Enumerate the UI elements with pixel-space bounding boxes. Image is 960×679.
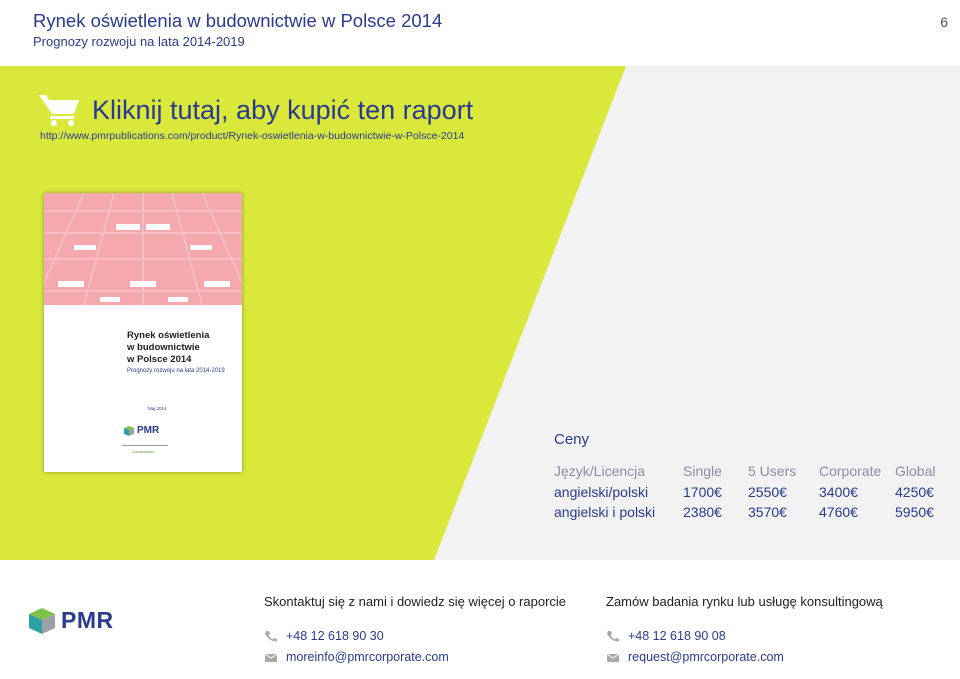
contact-email[interactable]: request@pmrcorporate.com bbox=[606, 646, 883, 667]
price-table-header: Język/Licencja Single 5 Users Corporate … bbox=[554, 460, 960, 482]
contact-email[interactable]: moreinfo@pmrcorporate.com bbox=[264, 646, 566, 667]
cart-icon bbox=[38, 92, 80, 128]
table-cell: 2380€ bbox=[683, 504, 722, 520]
table-cell: 3570€ bbox=[748, 504, 787, 520]
table-cell: 4250€ bbox=[895, 484, 934, 500]
report-url-link[interactable]: http://www.pmrpublications.com/product/R… bbox=[40, 130, 464, 142]
contact-phone[interactable]: +48 12 618 90 08 bbox=[606, 625, 883, 646]
contact-order-research: Zamów badania rynku lub usługę konsultin… bbox=[606, 594, 883, 667]
phone-number: +48 12 618 90 30 bbox=[286, 628, 384, 643]
table-cell: 3400€ bbox=[819, 484, 858, 500]
page-number: 6 bbox=[940, 14, 948, 30]
phone-icon bbox=[606, 630, 620, 642]
cover-logo-text: PMR bbox=[137, 425, 160, 436]
table-row: angielski/polski 1700€ 2550€ 3400€ 4250€ bbox=[554, 482, 960, 502]
table-cell: angielski/polski bbox=[554, 484, 649, 500]
column-header: Corporate bbox=[819, 463, 882, 479]
cover-subtitle: Prognozy rozwoju na lata 2014-2019 bbox=[127, 368, 225, 374]
email-address: request@pmrcorporate.com bbox=[628, 649, 784, 664]
phone-icon bbox=[264, 630, 278, 642]
table-cell: 5950€ bbox=[895, 504, 934, 520]
table-cell: 1700€ bbox=[683, 484, 722, 500]
cover-date: Maj 2014 bbox=[148, 406, 167, 411]
document-title: Rynek oświetlenia w budownictwie w Polsc… bbox=[33, 10, 443, 31]
price-table: Język/Licencja Single 5 Users Corporate … bbox=[554, 460, 960, 522]
column-header: Język/Licencja bbox=[554, 463, 646, 479]
email-address: moreinfo@pmrcorporate.com bbox=[286, 649, 449, 664]
table-cell: 2550€ bbox=[748, 484, 787, 500]
buy-report-link[interactable]: Kliknij tutaj, aby kupić ten raport bbox=[38, 90, 473, 130]
document-subtitle: Prognozy rozwoju na lata 2014-2019 bbox=[33, 34, 245, 49]
table-row: angielski i polski 2380€ 3570€ 4760€ 595… bbox=[554, 502, 960, 522]
pmr-cube-icon bbox=[29, 607, 55, 634]
prices-heading: Ceny bbox=[554, 431, 590, 448]
buy-report-label: Kliknij tutaj, aby kupić ten raport bbox=[92, 94, 474, 125]
column-header: Single bbox=[683, 463, 722, 479]
report-cover-image[interactable]: Rynek oświetlenia w budownictwie w Polsc… bbox=[44, 193, 242, 472]
envelope-icon bbox=[264, 651, 278, 663]
page-footer: PMR Skontaktuj się z nami i dowiedz się … bbox=[0, 560, 960, 679]
cover-ceiling-photo bbox=[44, 193, 242, 306]
phone-number: +48 12 618 90 08 bbox=[628, 628, 726, 643]
cover-divider bbox=[122, 445, 168, 446]
pmr-logo: PMR bbox=[29, 607, 114, 634]
envelope-icon bbox=[606, 651, 620, 663]
contact-more-info: Skontaktuj się z nami i dowiedz się więc… bbox=[264, 594, 566, 667]
table-cell: angielski i polski bbox=[554, 504, 656, 520]
prices-section: Ceny Język/Licencja Single 5 Users Corpo… bbox=[554, 431, 960, 522]
cover-sub-logo: Construction bbox=[132, 449, 155, 454]
page-header: Rynek oświetlenia w budownictwie w Polsc… bbox=[0, 0, 960, 66]
column-header: 5 Users bbox=[748, 463, 797, 479]
contact-heading: Skontaktuj się z nami i dowiedz się więc… bbox=[264, 594, 567, 609]
column-header: Global bbox=[895, 463, 936, 479]
pmr-logo-text: PMR bbox=[61, 607, 114, 633]
cover-pmr-logo: PMR bbox=[124, 425, 159, 436]
pmr-cube-icon bbox=[124, 425, 134, 436]
contact-phone[interactable]: +48 12 618 90 30 bbox=[264, 625, 566, 646]
contact-heading: Zamów badania rynku lub usługę konsultin… bbox=[606, 594, 883, 609]
table-cell: 4760€ bbox=[819, 504, 858, 520]
cover-title: Rynek oświetlenia w budownictwie w Polsc… bbox=[127, 330, 210, 365]
